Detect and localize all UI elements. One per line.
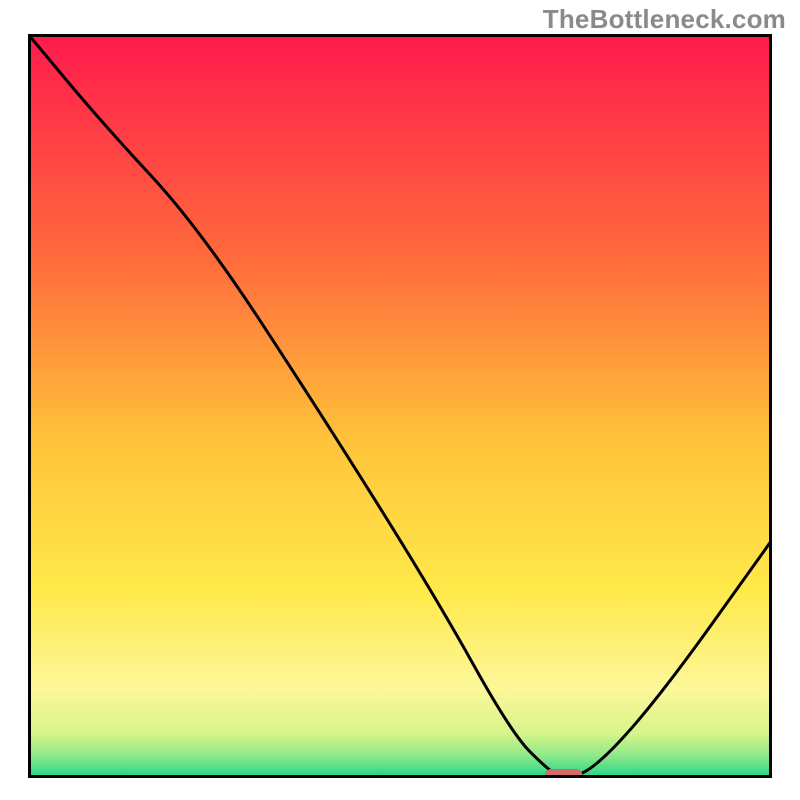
- chart-svg: [28, 34, 772, 778]
- plot-area: [28, 34, 772, 778]
- chart-container: TheBottleneck.com: [0, 0, 800, 800]
- chart-background: [28, 34, 772, 778]
- watermark-text: TheBottleneck.com: [543, 4, 786, 35]
